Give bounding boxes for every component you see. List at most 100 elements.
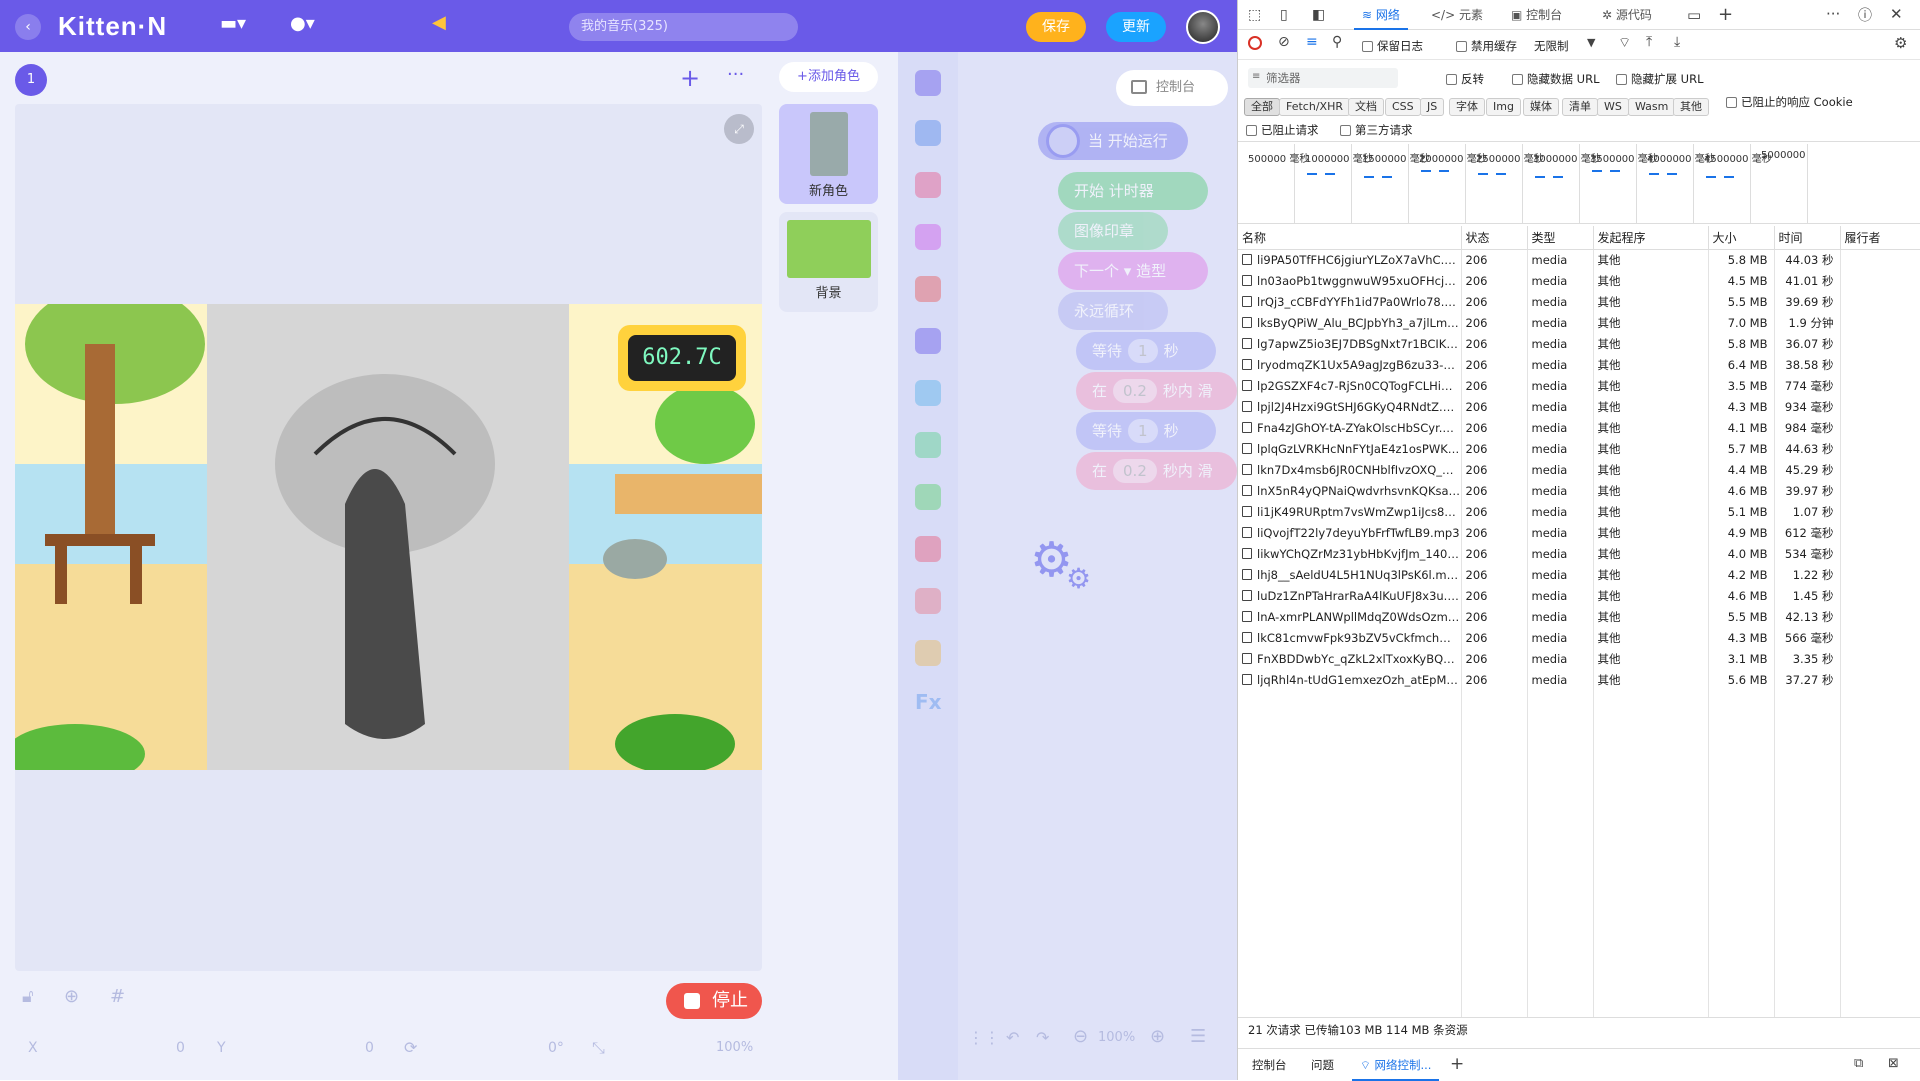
column-header[interactable]: 名称	[1238, 226, 1462, 250]
scene-number[interactable]: 1	[15, 64, 47, 96]
filter-chip[interactable]: 文档	[1348, 98, 1384, 116]
my-music-search[interactable]: 我的音乐(325)	[569, 13, 798, 41]
fx-category-icon[interactable]: Fx	[915, 690, 942, 714]
block-glide[interactable]: 在 0.2 秒内 滑	[1076, 452, 1237, 490]
actions-category-icon[interactable]	[915, 172, 941, 198]
rotate-icon[interactable]: ⟳	[404, 1038, 417, 1057]
filter-chip[interactable]: CSS	[1385, 98, 1421, 116]
functions-category-icon[interactable]	[915, 588, 941, 614]
stop-button[interactable]: 停止	[666, 983, 762, 1019]
lists-category-icon[interactable]	[915, 536, 941, 562]
blocked-cookies-checkbox[interactable]: 已阻止的响应 Cookie	[1726, 94, 1853, 110]
redo-icon[interactable]: ↷	[1036, 1028, 1049, 1047]
block-start-timer[interactable]: 开始 计时器	[1058, 172, 1208, 210]
timer-sprite[interactable]: 602.7C	[618, 325, 746, 391]
filter-chip[interactable]: Img	[1486, 98, 1521, 116]
more-icon[interactable]: ···	[1826, 5, 1840, 23]
column-header[interactable]: 发起程序	[1593, 226, 1709, 250]
add-tab-icon[interactable]: +	[1718, 4, 1733, 25]
block-value[interactable]: 0.2	[1113, 379, 1157, 403]
table-row[interactable]: lplqGzLVRKHcNnFYtJaE4z1osPWK.... 206 media…	[1238, 438, 1920, 459]
data-category-icon[interactable]	[915, 640, 941, 666]
table-row[interactable]: FnXBDDwbYc_qZkL2xlTxoxKyBQaY.... 206 media…	[1238, 648, 1920, 669]
zoom-out-icon[interactable]: ⊖	[1073, 1026, 1088, 1047]
blocked-requests-checkbox[interactable]: 已阻止请求	[1246, 122, 1319, 138]
more-icon[interactable]: ···	[727, 64, 744, 85]
dock-icon[interactable]: ◧	[1312, 7, 1325, 23]
y-value[interactable]: 0	[365, 1040, 374, 1056]
filter-icon[interactable]: ≡	[1306, 34, 1318, 50]
table-row[interactable]: lnX5nR4yQPNaiQwdvrhsvnKQKsan.... 206 media…	[1238, 480, 1920, 501]
disable-cache-checkbox[interactable]: 禁用缓存	[1456, 38, 1517, 54]
pen-category-icon[interactable]	[915, 276, 941, 302]
close-icon[interactable]: ✕	[1890, 5, 1903, 23]
add-scene-icon[interactable]: +	[680, 64, 700, 92]
gear-icon[interactable]: ⚙	[1894, 34, 1907, 52]
save-button[interactable]: 保存	[1026, 12, 1086, 42]
filter-chip[interactable]: JS	[1420, 98, 1445, 116]
grid-icon[interactable]: ⋮⋮	[968, 1028, 1000, 1047]
throttle-select[interactable]: 无限制	[1534, 38, 1569, 54]
filter-chip[interactable]: Fetch/XHR	[1279, 98, 1350, 116]
drawer-tab-network-conditions[interactable]: ⌔ 网络控制...	[1352, 1049, 1440, 1081]
avatar[interactable]	[1186, 10, 1220, 44]
block-value[interactable]: 1	[1128, 339, 1158, 363]
invert-checkbox[interactable]: 反转	[1446, 71, 1484, 87]
add-sprite-button[interactable]: +添加角色	[779, 62, 878, 92]
add-tab-icon[interactable]: +	[1450, 1054, 1464, 1074]
column-header[interactable]: 时间	[1774, 226, 1841, 250]
filter-chip[interactable]: WS	[1597, 98, 1629, 116]
undo-icon[interactable]: ↶	[1006, 1028, 1019, 1047]
third-party-checkbox[interactable]: 第三方请求	[1340, 122, 1413, 138]
export-icon[interactable]: ⤓	[1674, 34, 1680, 50]
network-conditions-icon[interactable]: ⌔	[1618, 34, 1631, 52]
filter-chip[interactable]: 全部	[1244, 98, 1280, 116]
flag-icon[interactable]: ◀	[432, 12, 446, 33]
panel-icon[interactable]: ▭	[1687, 6, 1701, 24]
lock-icon[interactable]: 🔓︎	[22, 986, 34, 1007]
fullscreen-icon[interactable]: ⤢	[724, 114, 754, 144]
list-icon[interactable]: ☰	[1190, 1026, 1206, 1047]
table-row[interactable]: lrQj3_cCBFdYYFh1id7Pa0Wrlo78.mp3 206 media…	[1238, 291, 1920, 312]
rotation-value[interactable]: 0°	[548, 1040, 564, 1056]
filter-chip[interactable]: 媒体	[1523, 98, 1559, 116]
events-category-icon[interactable]	[915, 70, 941, 96]
block-glide[interactable]: 在 0.2 秒内 滑	[1076, 372, 1237, 410]
tab-network[interactable]: ≋ 网络	[1354, 0, 1408, 30]
tab-sources[interactable]: ✲ 源代码	[1602, 0, 1652, 30]
block-next-costume[interactable]: 下一个 ▾ 造型	[1058, 252, 1208, 290]
filter-input[interactable]: 筛选器	[1248, 68, 1398, 88]
device-icon[interactable]: ▯	[1280, 7, 1288, 23]
chevron-down-icon[interactable]: ▼	[1587, 36, 1595, 49]
table-row[interactable]: lksByQPiW_Alu_BCJpbYh3_a7jlLmp3 206 media 其…	[1238, 312, 1920, 333]
folder-icon[interactable]: ▬▾	[220, 13, 246, 34]
variables-category-icon[interactable]	[915, 484, 941, 510]
grid-toggle-icon[interactable]: #	[110, 986, 125, 1007]
table-row[interactable]: lpjl2J4Hzxi9GtSHJ6GKyQ4RNdtZ.mp3 206 media…	[1238, 396, 1920, 417]
table-row[interactable]: likwYChQZrMz31ybHbKvjfJm_140.m... 206 medi…	[1238, 543, 1920, 564]
table-row[interactable]: lg7apwZ5io3EJ7DBSgNxt7r1BCIK.m... 206 medi…	[1238, 333, 1920, 354]
crosshair-icon[interactable]: ⊕	[64, 986, 79, 1007]
table-row[interactable]: luDz1ZnPTaHrarRaA4lKuUFJ8x3u.mp3 206 media…	[1238, 585, 1920, 606]
column-header[interactable]: 大小	[1708, 226, 1775, 250]
filter-chip[interactable]: Wasm	[1628, 98, 1676, 116]
table-row[interactable]: lkn7Dx4msb6JR0CNHblfIvzOXQ_1.... 206 media…	[1238, 459, 1920, 480]
table-row[interactable]: liQvojfT22ly7deyuYbFrfTwfLB9.mp3 206 media…	[1238, 522, 1920, 543]
inspect-icon[interactable]: ⬚	[1248, 7, 1261, 23]
drawer-tab-issues[interactable]: 问题	[1311, 1057, 1334, 1073]
filter-chip[interactable]: 字体	[1449, 98, 1485, 116]
record-icon[interactable]	[1248, 36, 1262, 50]
filter-chip[interactable]: 其他	[1673, 98, 1709, 116]
table-row[interactable]: lryodmqZK1Ux5A9agJzgB6zu33-z.... 206 media…	[1238, 354, 1920, 375]
table-row[interactable]: ljqRhl4n-tUdG1emxezOzh_atEpM.m... 206 medi…	[1238, 669, 1920, 690]
clear-icon[interactable]: ⊘	[1278, 34, 1290, 50]
block-wait[interactable]: 等待 1 秒	[1076, 332, 1216, 370]
block-stamp[interactable]: 图像印章	[1058, 212, 1168, 250]
table-row[interactable]: lhj8__sAeldU4L5H1NUq3lPsK6l.mp3 206 media 其…	[1238, 564, 1920, 585]
operators-category-icon[interactable]	[915, 432, 941, 458]
sprite-card-background[interactable]: 背景	[779, 212, 878, 312]
import-icon[interactable]: ⤒	[1646, 34, 1652, 50]
table-row[interactable]: lnA-xmrPLANWpllMdqZ0WdsOzmy.... 206 media 其…	[1238, 606, 1920, 627]
stage[interactable]: ⤢	[15, 104, 762, 971]
hide-data-urls-checkbox[interactable]: 隐藏数据 URL	[1512, 71, 1599, 87]
